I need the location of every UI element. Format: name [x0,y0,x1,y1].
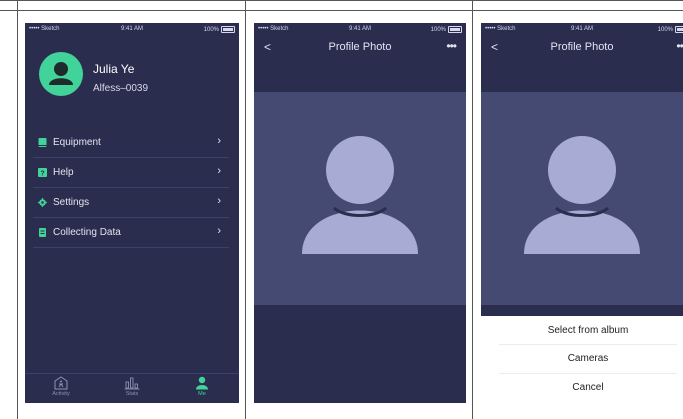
status-bar: ••••• Sketch 9:41 AM 100% [25,23,239,37]
profile-photo-screen: ••••• Sketch 9:41 AM 100% < Profile Phot… [254,23,466,403]
tab-stats[interactable]: Stats [112,376,152,397]
menu-label: Help [53,167,74,178]
profile-name: Julia Ye [93,62,135,76]
battery-icon [448,26,462,33]
profile-photo-action-screen: ••••• Sketch 9:41 AM 100% < Profile Phot… [481,23,683,316]
document-icon [38,228,47,237]
status-time: 9:41 AM [570,26,593,32]
menu-item-equipment[interactable]: Equipment › [33,128,229,158]
cancel-button[interactable]: Cancel [499,374,677,402]
cameras-button[interactable]: Cameras [499,345,677,373]
menu-item-collecting-data[interactable]: Collecting Data › [33,218,229,248]
status-battery: 100% [658,26,683,33]
person-silhouette-icon [302,136,418,254]
battery-icon [221,26,235,33]
tab-bar: Activity Stats Me [25,373,239,403]
battery-icon [675,26,683,33]
action-sheet: Select from album Cameras Cancel [481,316,683,403]
profile-photo [481,92,683,305]
svg-text:?: ? [40,171,44,178]
settings-menu: Equipment › ? Help › Settings › Collecti… [33,128,229,248]
menu-label: Collecting Data [53,227,121,238]
tab-me[interactable]: Me [182,376,222,397]
profile-photo [254,92,466,305]
battery-percent: 100% [203,26,219,33]
menu-label: Settings [53,197,90,208]
tab-activity[interactable]: Activity [41,376,81,397]
stats-icon [124,377,140,390]
chevron-right-icon: › [217,135,221,147]
tab-label: Stats [125,391,139,397]
frame-divider [17,0,18,419]
tab-label: Me [198,391,206,397]
frame-divider [472,0,473,419]
gear-icon [38,198,47,207]
battery-percent: 100% [657,26,673,33]
menu-label: Equipment [53,137,101,148]
frame-top-border [0,0,683,1]
select-from-album-button[interactable]: Select from album [499,317,677,345]
status-bar: ••••• Sketch 9:41 AM 100% [254,23,466,37]
status-battery: 100% [204,26,235,33]
page-title: Profile Photo [328,41,392,53]
battery-percent: 100% [430,26,446,33]
person-icon [49,62,73,85]
person-icon [196,376,208,390]
profile-id: Alfess–0039 [93,83,149,94]
page-title: Profile Photo [550,41,614,53]
menu-item-settings[interactable]: Settings › [33,188,229,218]
avatar[interactable] [39,52,83,96]
more-button[interactable]: ••• [446,39,457,53]
me-screen: ••••• Sketch 9:41 AM 100% Julia Ye Alfes… [25,23,239,403]
chevron-right-icon: › [217,225,221,237]
menu-item-help[interactable]: ? Help › [33,158,229,188]
tab-label: Activity [52,391,70,397]
status-battery: 100% [431,26,462,33]
book-icon [38,138,47,147]
status-bar: ••••• Sketch 9:41 AM 100% [481,23,683,37]
frame-divider [245,0,246,419]
more-button[interactable]: ••• [676,39,683,53]
chevron-right-icon: › [217,165,221,177]
frame-divider [0,10,683,11]
activity-icon [54,376,68,390]
question-icon: ? [38,168,47,177]
chevron-right-icon: › [217,195,221,207]
person-silhouette-icon [524,136,640,254]
